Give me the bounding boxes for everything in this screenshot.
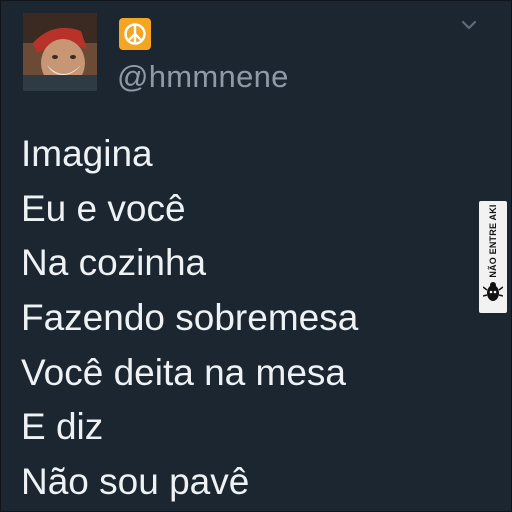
avatar[interactable] <box>23 13 97 91</box>
tweet-card: @hmmnene Imagina Eu e você Na cozinha Fa… <box>0 0 512 512</box>
chevron-down-icon[interactable] <box>459 17 479 33</box>
tweet-line: Eu e você <box>21 187 186 229</box>
avatar-photo <box>23 13 97 91</box>
bug-icon <box>483 282 503 301</box>
tweet-text: Imagina Eu e você Na cozinha Fazendo sob… <box>21 127 358 510</box>
tweet-line: Na cozinha <box>21 242 207 284</box>
user-handle[interactable]: @hmmnene <box>117 59 289 95</box>
watermark-text: NÃO ENTRE AKI <box>488 204 498 278</box>
tweet-line: Não sou pavê <box>21 461 250 503</box>
tweet-line: Você deita na mesa <box>21 351 346 393</box>
peace-symbol-icon <box>119 18 151 50</box>
tweet-line: Fazendo sobremesa <box>21 297 359 339</box>
watermark-badge: NÃO ENTRE AKI <box>479 201 507 313</box>
tweet-line: Imagina <box>21 133 153 174</box>
tweet-line: E diz <box>21 406 104 448</box>
